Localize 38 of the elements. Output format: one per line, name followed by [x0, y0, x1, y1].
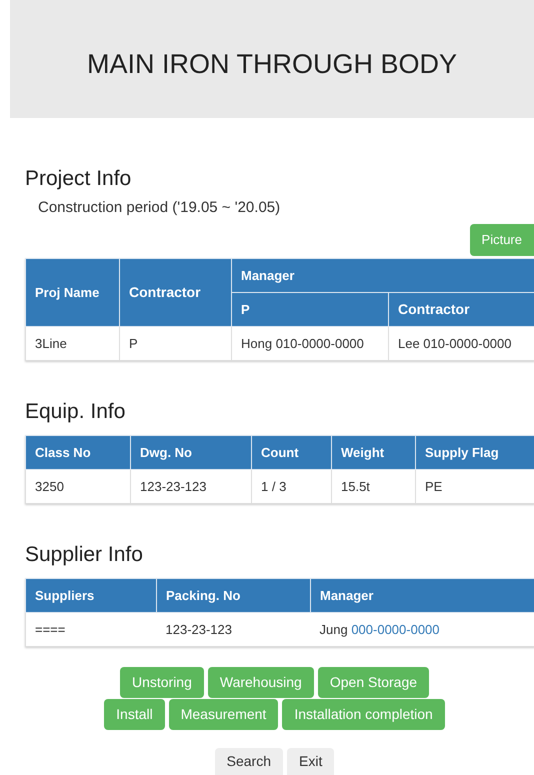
column-header: Class No — [26, 436, 130, 470]
section-heading: Project Info — [25, 166, 132, 192]
section-heading: Equip. Info — [25, 399, 126, 425]
column-header: Proj Name — [26, 258, 120, 326]
table-cell: ==== — [26, 612, 156, 646]
action-button[interactable]: Installation completion — [282, 699, 445, 730]
table-cell: P — [120, 326, 232, 360]
footer-button[interactable]: Exit — [287, 748, 334, 775]
column-header: Manager — [232, 258, 534, 292]
table-cell: 3Line — [26, 326, 120, 360]
column-header: Dwg. No — [130, 436, 252, 470]
table-cell: 123-23-123 — [156, 612, 310, 646]
picture-button[interactable]: Picture — [470, 224, 534, 256]
table-cell: 15.5t — [332, 470, 416, 504]
column-header: Packing. No — [156, 578, 310, 612]
column-header: Count — [252, 436, 332, 470]
footer-button[interactable]: Search — [214, 748, 283, 775]
table-cell: 1 / 3 — [252, 470, 332, 504]
action-button[interactable]: Install — [104, 699, 165, 730]
table-cell: 3250 — [26, 470, 130, 504]
column-header: Contractor — [120, 258, 232, 326]
action-button[interactable]: Warehousing — [208, 667, 314, 698]
action-button[interactable]: Open Storage — [318, 667, 430, 698]
page-title: MAIN IRON THROUGH BODY — [86, 48, 458, 81]
column-header: Contractor — [388, 292, 534, 326]
column-header: Suppliers — [26, 578, 156, 612]
column-header: Weight — [332, 436, 416, 470]
manager-name: Jung — [320, 622, 348, 637]
column-header: Supply Flag — [416, 436, 534, 470]
action-button[interactable]: Measurement — [168, 699, 278, 730]
column-header: P — [232, 292, 388, 326]
action-button[interactable]: Unstoring — [120, 667, 204, 698]
section-heading: Supplier Info — [25, 542, 144, 568]
table-cell: Hong 010-0000-0000 — [232, 326, 388, 360]
table-cell: 123-23-123 — [130, 470, 252, 504]
column-header: Manager — [310, 578, 534, 612]
construction-period: Construction period ('19.05 ~ '20.05) — [38, 198, 282, 218]
phone-link[interactable]: 000-0000-0000 — [351, 622, 440, 637]
